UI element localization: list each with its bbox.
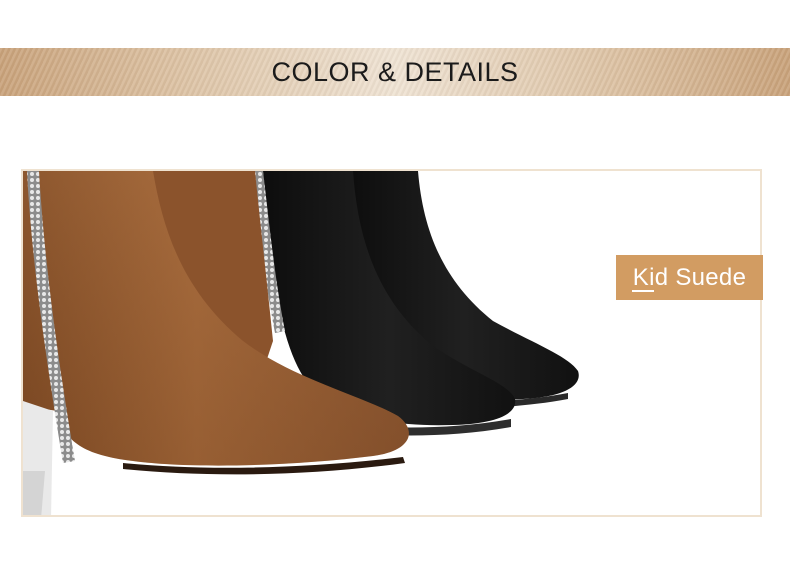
tag-underline-accent	[632, 290, 654, 292]
material-tag: Kid Suede	[616, 255, 763, 300]
boots-photo	[23, 171, 579, 515]
product-photo-frame	[21, 169, 762, 517]
section-banner: COLOR & DETAILS	[0, 48, 790, 96]
section-title: COLOR & DETAILS	[271, 57, 519, 87]
